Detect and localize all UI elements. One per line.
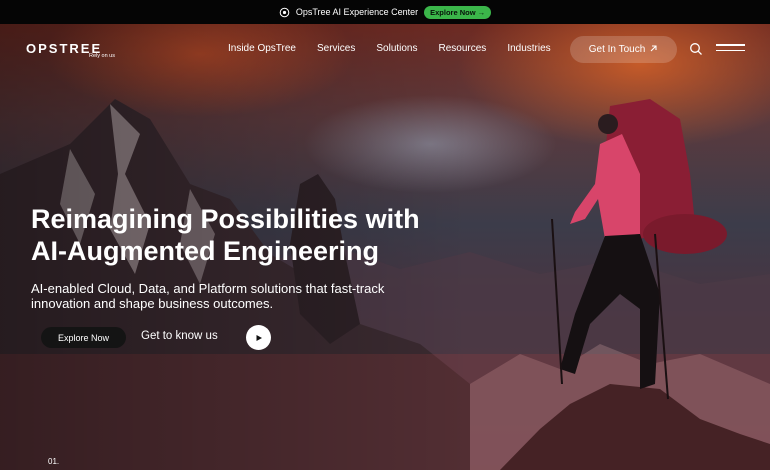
- hero-headline-line-1: Reimagining Possibilities with: [31, 204, 420, 234]
- announcement-bar: OpsTree AI Experience Center Explore Now…: [0, 0, 770, 24]
- nav-item-resources[interactable]: Resources: [439, 43, 487, 54]
- opstree-logo[interactable]: OPSTREE Rely on us: [26, 40, 115, 59]
- slide-number: 01.: [48, 457, 60, 466]
- hero-headline: Reimagining Possibilities with AI-Augmen…: [31, 203, 471, 267]
- hero-headline-line-2: AI-Augmented Engineering: [31, 236, 380, 266]
- ai-chip-icon: [279, 7, 290, 18]
- search-icon[interactable]: [689, 42, 703, 56]
- hero-subtitle-line-2: innovation and shape business outcomes.: [31, 296, 274, 311]
- nav-item-industries[interactable]: Industries: [507, 43, 550, 54]
- arrow-up-right-icon: [649, 44, 658, 56]
- play-icon: [255, 329, 263, 347]
- hero-subtitle: AI-enabled Cloud, Data, and Platform sol…: [31, 281, 441, 311]
- get-in-touch-label: Get In Touch: [588, 44, 646, 55]
- nav-item-services[interactable]: Services: [317, 43, 355, 54]
- play-video-button[interactable]: [246, 325, 271, 350]
- hero-subtitle-line-1: AI-enabled Cloud, Data, and Platform sol…: [31, 281, 385, 296]
- nav-item-inside-opstree[interactable]: Inside OpsTree: [228, 43, 296, 54]
- main-navigation: OPSTREE Rely on us Inside OpsTree Servic…: [0, 24, 770, 74]
- logo-tagline: Rely on us: [89, 53, 115, 59]
- nav-item-solutions[interactable]: Solutions: [376, 43, 417, 54]
- get-in-touch-button[interactable]: Get In Touch: [570, 36, 677, 63]
- explore-now-button[interactable]: Explore Now: [41, 327, 126, 348]
- get-to-know-us-link[interactable]: Get to know us: [141, 330, 218, 342]
- nav-menu: Inside OpsTree Services Solutions Resour…: [228, 43, 551, 54]
- hamburger-menu-icon[interactable]: [716, 44, 745, 54]
- announcement-text: OpsTree AI Experience Center: [295, 7, 419, 17]
- announcement-explore-button[interactable]: Explore Now →: [424, 5, 492, 19]
